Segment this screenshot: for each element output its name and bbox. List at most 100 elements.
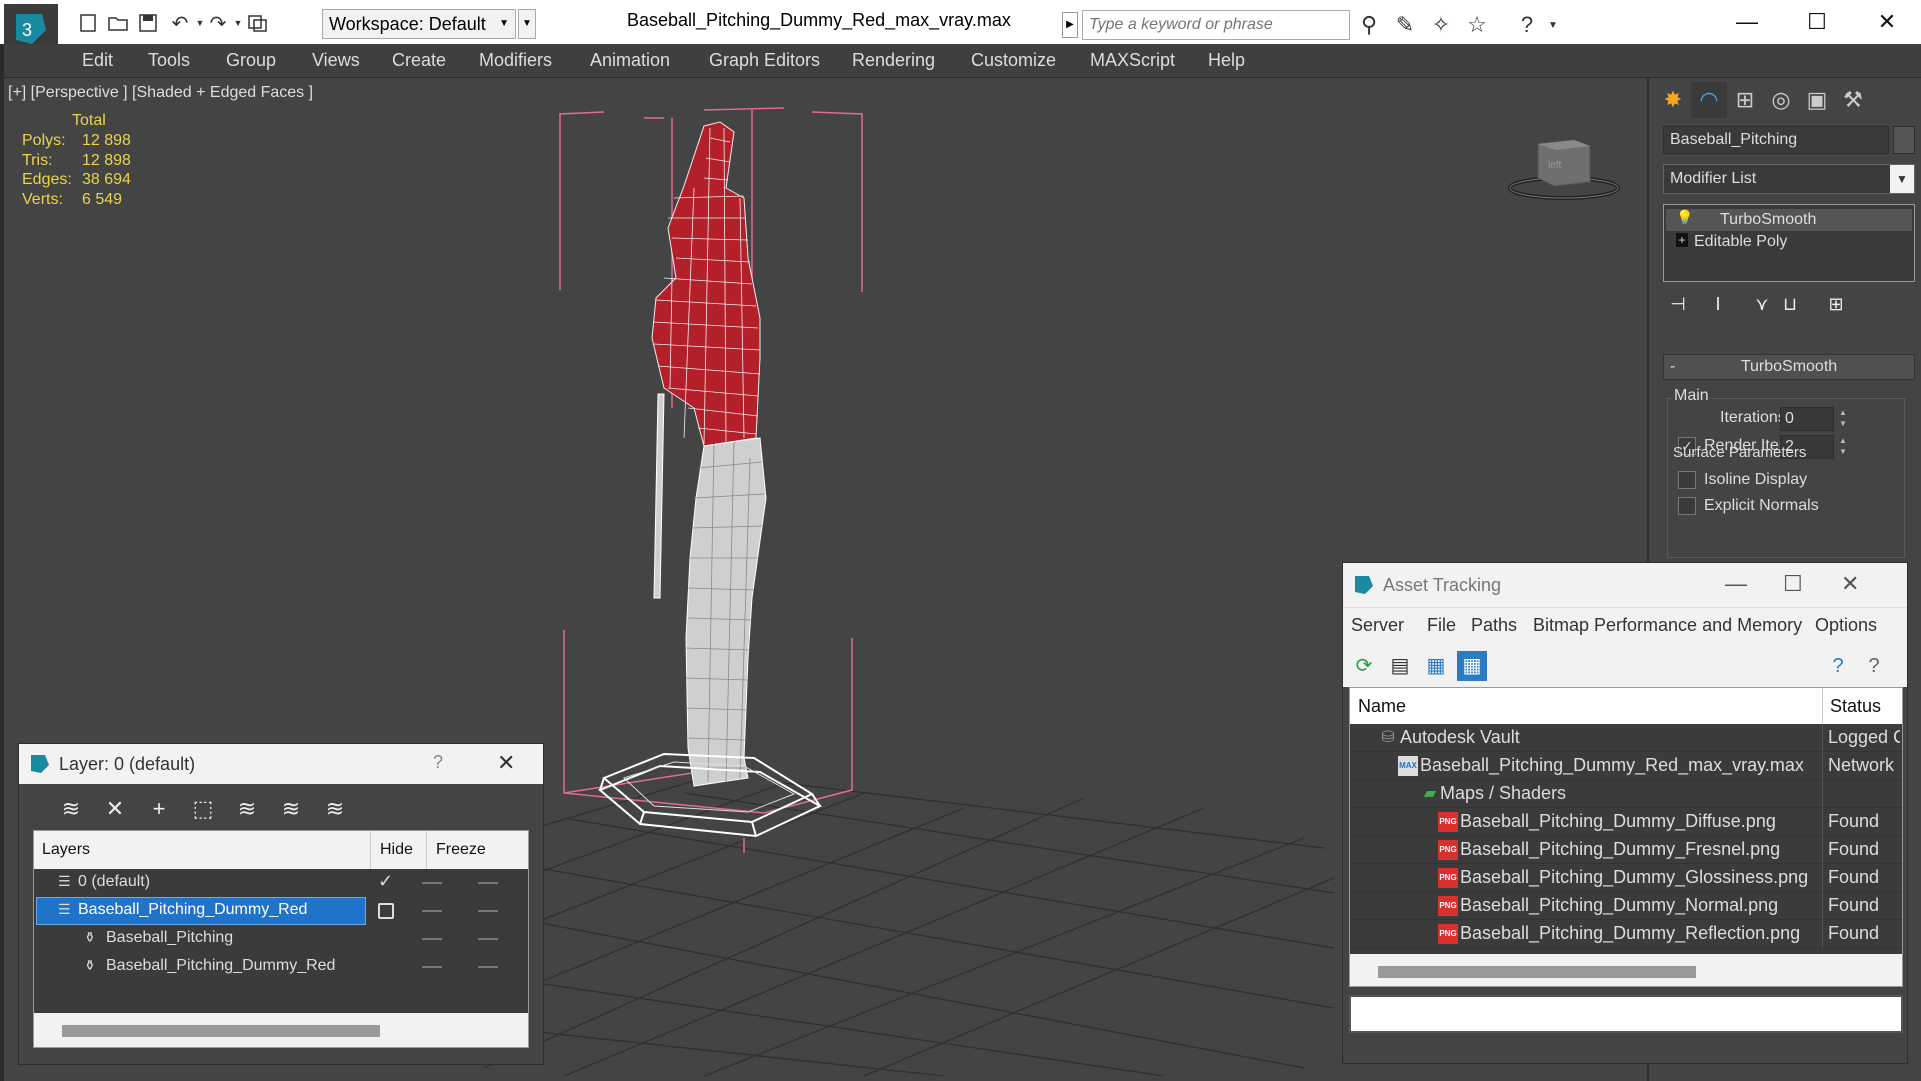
binoculars-icon[interactable]: ⚲ [1354, 10, 1384, 40]
hide-toggle[interactable] [422, 966, 442, 968]
help-icon[interactable]: ? [1823, 651, 1853, 681]
menu-help[interactable]: Help [1208, 50, 1245, 71]
column-name[interactable]: Name [1358, 696, 1406, 717]
add-to-layer-icon[interactable]: + [145, 796, 173, 824]
asset-row[interactable]: PNG Baseball_Pitching_Dummy_Reflection.p… [1350, 920, 1902, 948]
help-dropdown-icon[interactable]: ▼ [1538, 10, 1568, 40]
asset-row[interactable]: PNG Baseball_Pitching_Dummy_Diffuse.png … [1350, 808, 1902, 836]
asset-menu-server[interactable]: Server [1351, 615, 1404, 636]
utilities-tab-icon[interactable]: ⚒ [1835, 82, 1871, 118]
modify-tab-icon[interactable]: ◠ [1691, 82, 1727, 118]
hide-toggle[interactable] [422, 938, 442, 940]
menu-maxscript[interactable]: MAXScript [1090, 50, 1175, 71]
set-current-layer-icon[interactable]: ≋ [277, 796, 305, 824]
asset-row[interactable]: ⛁ Autodesk Vault Logged C [1350, 724, 1902, 752]
maximize-button[interactable]: ☐ [1782, 0, 1852, 44]
close-icon[interactable]: ✕ [1841, 571, 1859, 597]
spinner-arrows-icon[interactable]: ▲ ▼ [1836, 435, 1850, 459]
maximize-icon[interactable]: ☐ [1783, 571, 1803, 597]
collapse-minus-icon[interactable]: - [1670, 355, 1675, 379]
object-color-swatch[interactable] [1893, 126, 1915, 154]
horizontal-scrollbar[interactable] [1352, 958, 1900, 984]
menu-create[interactable]: Create [392, 50, 446, 71]
asset-dialog-titlebar[interactable]: Asset Tracking — ☐ ✕ [1343, 563, 1907, 607]
stack-item-editable-poly[interactable]: + Editable Poly [1666, 231, 1912, 253]
search-input[interactable] [1083, 11, 1349, 39]
new-file-icon[interactable] [76, 12, 100, 34]
layer-row[interactable]: ⚱ Baseball_Pitching [34, 925, 528, 953]
minimize-button[interactable]: — [1712, 0, 1782, 44]
options-help-icon[interactable]: ? [1859, 651, 1889, 681]
menu-graph-editors[interactable]: Graph Editors [709, 50, 820, 71]
open-folder-icon[interactable] [106, 12, 130, 34]
select-objects-icon[interactable]: ⬚ [189, 796, 217, 824]
layer-settings-icon[interactable]: ≋ [321, 796, 349, 824]
make-unique-icon[interactable]: ⋎ [1749, 294, 1775, 320]
motion-tab-icon[interactable]: ◎ [1763, 82, 1799, 118]
configure-sets-icon[interactable]: ⊞ [1823, 294, 1849, 320]
asset-menu-file[interactable]: File [1427, 615, 1456, 636]
workspace-select[interactable]: Workspace: Default ▼ [322, 9, 516, 39]
asset-row[interactable]: ▰ Maps / Shaders [1350, 780, 1902, 808]
set-current-box-icon[interactable] [378, 903, 394, 919]
asset-path-field[interactable] [1349, 995, 1903, 1033]
pin-stack-icon[interactable]: ⊣ [1665, 294, 1691, 320]
thumbnail-view-icon[interactable]: ▦ [1421, 651, 1451, 681]
column-freeze[interactable]: Freeze [436, 841, 486, 859]
object-name-field[interactable]: Baseball_Pitching [1663, 126, 1889, 154]
lightbulb-icon[interactable]: 💡 [1676, 209, 1693, 226]
refresh-icon[interactable]: ⟳ [1349, 651, 1379, 681]
asset-row[interactable]: MAX Baseball_Pitching_Dummy_Red_max_vray… [1350, 752, 1902, 780]
column-status[interactable]: Status [1830, 696, 1881, 717]
collapse-icon[interactable]: ⊟ [38, 901, 48, 915]
save-icon[interactable] [136, 12, 160, 34]
close-button[interactable]: ✕ [1852, 0, 1921, 44]
hide-toggle[interactable] [422, 910, 442, 912]
layer-row[interactable]: ☰ 0 (default) ✓ [34, 869, 528, 897]
create-layer-icon[interactable]: ≋ [57, 796, 85, 824]
remove-modifier-icon[interactable]: ⊔ [1777, 294, 1803, 320]
asset-menu-bitmap[interactable]: Bitmap Performance and Memory [1533, 615, 1802, 636]
show-end-result-icon[interactable]: I [1705, 294, 1731, 320]
menu-animation[interactable]: Animation [590, 50, 670, 71]
column-hide[interactable]: Hide [380, 841, 413, 859]
hierarchy-tab-icon[interactable]: ⊞ [1727, 82, 1763, 118]
horizontal-scrollbar[interactable] [36, 1019, 526, 1043]
menu-edit[interactable]: Edit [82, 50, 113, 71]
hide-toggle[interactable] [422, 882, 442, 884]
modifier-list-dropdown[interactable]: Modifier List ▼ [1663, 164, 1915, 194]
isoline-checkbox[interactable] [1678, 471, 1696, 489]
close-icon[interactable]: ✕ [497, 750, 515, 776]
spinner-arrows-icon[interactable]: ▲ ▼ [1836, 407, 1850, 431]
menu-customize[interactable]: Customize [971, 50, 1056, 71]
menu-views[interactable]: Views [312, 50, 360, 71]
asset-menu-options[interactable]: Options [1815, 615, 1877, 636]
freeze-toggle[interactable] [478, 882, 498, 884]
asset-menu-paths[interactable]: Paths [1471, 615, 1517, 636]
expand-plus-icon[interactable]: + [1676, 233, 1688, 247]
layer-row[interactable]: ⊟ ☰ Baseball_Pitching_Dummy_Red [34, 897, 528, 925]
freeze-toggle[interactable] [478, 910, 498, 912]
table-view-icon[interactable]: ▦ [1457, 651, 1487, 681]
select-layer-icon[interactable]: ≋ [233, 796, 261, 824]
list-view-icon[interactable]: ▤ [1385, 651, 1415, 681]
menu-tools[interactable]: Tools [148, 50, 190, 71]
scrollbar-thumb[interactable] [1378, 966, 1696, 978]
column-layers[interactable]: Layers [42, 841, 90, 859]
viewport-label[interactable]: [+] [Perspective ] [Shaded + Edged Faces… [8, 84, 313, 102]
iterations-spinner[interactable]: 0 [1780, 407, 1834, 431]
explicit-normals-checkbox[interactable] [1678, 497, 1696, 515]
communication-icon[interactable]: ✧ [1426, 10, 1456, 40]
workspace-menu-button[interactable]: ▼ [518, 9, 536, 39]
delete-layer-icon[interactable]: ✕ [101, 796, 129, 824]
asset-row[interactable]: PNG Baseball_Pitching_Dummy_Normal.png F… [1350, 892, 1902, 920]
wrench-icon[interactable]: ✎ [1390, 10, 1420, 40]
scrollbar-thumb[interactable] [62, 1025, 380, 1037]
menu-modifiers[interactable]: Modifiers [479, 50, 552, 71]
viewcube[interactable]: left [1504, 128, 1624, 208]
menu-rendering[interactable]: Rendering [852, 50, 935, 71]
asset-row[interactable]: PNG Baseball_Pitching_Dummy_Fresnel.png … [1350, 836, 1902, 864]
asset-row[interactable]: PNG Baseball_Pitching_Dummy_Glossiness.p… [1350, 864, 1902, 892]
minimize-icon[interactable]: — [1725, 571, 1747, 597]
search-expand-button[interactable]: ▶ [1062, 12, 1078, 38]
